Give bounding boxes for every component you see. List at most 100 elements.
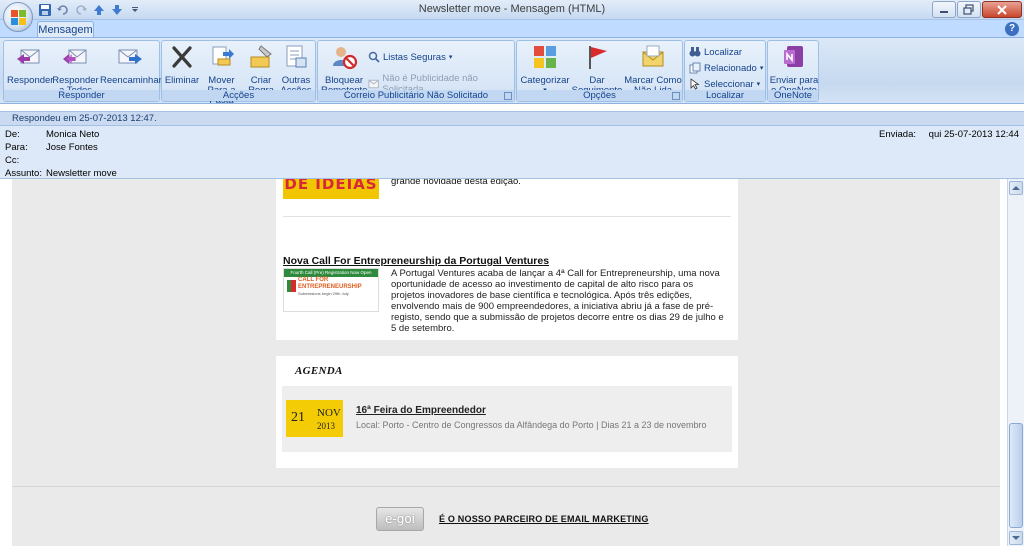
newsletter-content-card: DE IDEIAS grande novidade desta edição. … (276, 179, 738, 340)
not-junk-icon (368, 79, 379, 89)
safe-lists-label: Listas Seguras (383, 51, 446, 63)
thumb-title-2: ENTREPRENEURSHIP (298, 284, 362, 290)
office-logo-icon (11, 10, 26, 25)
restore-button[interactable] (957, 1, 981, 18)
sent-value: qui 25-07-2013 12:44 (928, 129, 1019, 140)
cc-label: Cc: (5, 155, 20, 166)
from-label: De: (5, 129, 20, 140)
group-opcoes: Categorizar ▾ Dar Seguimento Marcar Como… (516, 40, 683, 102)
group-title-junk: Correio Publicitário Não Solicitado (318, 90, 514, 101)
portugal-flag-icon (287, 280, 296, 292)
reply-all-button[interactable]: Responder a Todos (52, 43, 99, 96)
rule-icon (250, 45, 272, 68)
title-bar: Newsletter move - Mensagem (HTML) (0, 0, 1024, 20)
scrollbar-thumb[interactable] (1009, 423, 1023, 528)
forward-label: Reencaminhar (100, 75, 162, 86)
window-controls (932, 1, 1022, 18)
help-icon[interactable]: ? (1005, 22, 1019, 36)
egoi-logo[interactable]: e-goi (376, 507, 424, 531)
group-onenote: Enviar para o OneNote OneNote (767, 40, 819, 102)
create-rule-button[interactable]: Criar Regra (245, 43, 277, 96)
mark-unread-button[interactable]: Marcar Como Não Lida (624, 43, 682, 96)
to-label: Para: (5, 142, 28, 153)
move-folder-icon (212, 46, 234, 66)
delete-button[interactable]: Eliminar (164, 43, 200, 86)
cursor-icon (690, 78, 700, 90)
reply-button[interactable]: Responder (7, 43, 54, 86)
categorize-button[interactable]: Categorizar ▾ (520, 43, 570, 96)
partner-link[interactable]: É O NOSSO PARCEIRO DE EMAIL MARKETING (439, 514, 649, 524)
other-actions-icon (286, 45, 307, 68)
find-label: Localizar (704, 46, 743, 58)
send-to-onenote-button[interactable]: Enviar para o OneNote (769, 43, 819, 96)
message-body: DE IDEIAS grande novidade desta edição. … (0, 178, 1024, 546)
flag-icon (589, 46, 607, 69)
related-button[interactable]: Relacionado ▾ (689, 62, 763, 74)
delete-x-icon (172, 46, 192, 68)
message-headers: De: Monica Neto Para: Jose Fontes Cc: As… (0, 126, 1024, 179)
event-title-link[interactable]: 16ª Feira do Empreendedor (356, 405, 486, 416)
forward-icon (118, 49, 142, 64)
event-month: NOV (317, 407, 341, 419)
header-sent: Enviada: qui 25-07-2013 12:44 (879, 129, 1019, 140)
agenda-card: AGENDA 21 NOV 2013 16ª Feira do Empreend… (276, 356, 738, 468)
ribbon: Responder Responder a Todos Reencaminhar… (0, 37, 1024, 106)
other-actions-button[interactable]: Outras Acções (277, 43, 315, 96)
find-button[interactable]: Localizar (689, 46, 742, 58)
news-title-link[interactable]: Nova Call For Entrepreneurship da Portug… (283, 255, 549, 267)
onenote-icon (784, 46, 803, 67)
group-title-localizar: Localizar (685, 90, 765, 101)
ribbon-tab-row: Mensagem ? (0, 20, 1024, 39)
event-location: Local: Porto - Centro de Congressos da A… (356, 420, 707, 430)
info-bar: Respondeu em 25-07-2013 12:47. (0, 111, 1024, 126)
follow-up-button[interactable]: Dar Seguimento (571, 43, 623, 96)
to-value[interactable]: Jose Fontes (46, 142, 98, 153)
safe-lists-button[interactable]: Listas Seguras ▾ (368, 51, 452, 63)
scroll-down-icon[interactable] (1009, 531, 1023, 545)
group-junk: Bloquear Remetente Listas Seguras▾ Não é… (317, 40, 515, 102)
block-sender-button[interactable]: Bloquear Remetente (321, 43, 367, 96)
delete-label: Eliminar (164, 75, 200, 86)
scroll-up-icon[interactable] (1009, 181, 1023, 195)
group-title-accoes: Acções (162, 90, 315, 101)
ideas-banner[interactable]: DE IDEIAS (283, 179, 379, 199)
thumb-title-1: CALL FOR (298, 277, 329, 283)
block-sender-icon (333, 47, 358, 70)
select-button[interactable]: Seleccionar ▾ (689, 78, 760, 90)
mark-unread-icon (642, 45, 664, 67)
binoculars-icon (689, 47, 701, 57)
close-button[interactable] (982, 1, 1022, 18)
group-responder: Responder Responder a Todos Reencaminhar… (3, 40, 162, 102)
related-label: Relacionado (704, 62, 757, 74)
reply-all-icon (62, 49, 86, 64)
event-year: 2013 (317, 421, 335, 431)
group-localizar: Localizar Relacionado ▾ Seleccionar ▾ Loca… (684, 40, 766, 102)
agenda-event: 21 NOV 2013 16ª Feira do Empreendedor Lo… (282, 386, 732, 452)
footer-divider (12, 486, 1000, 487)
sent-label: Enviada: (879, 129, 917, 140)
news-thumbnail[interactable]: Fourth Call (Pre) Registration Now Open … (283, 268, 379, 312)
thumb-band: Fourth Call (Pre) Registration Now Open (284, 269, 378, 277)
group-title-opcoes: Opções (517, 90, 682, 101)
group-title-onenote: OneNote (768, 90, 818, 101)
forward-button[interactable]: Reencaminhar (100, 43, 162, 86)
reply-label: Responder (7, 75, 54, 86)
categorize-label: Categorizar (520, 75, 570, 86)
categorize-icon (534, 46, 556, 68)
reply-icon (17, 49, 40, 64)
safe-lists-icon (368, 51, 380, 63)
window-title: Newsletter move - Mensagem (HTML) (418, 3, 606, 15)
vertical-scrollbar[interactable] (1007, 179, 1024, 546)
minimize-button[interactable] (932, 1, 956, 18)
event-day: 21 (291, 410, 305, 425)
event-date-badge: 21 NOV 2013 (286, 400, 343, 437)
dialog-launcher-icon[interactable] (504, 92, 512, 100)
from-value[interactable]: Monica Neto (46, 129, 99, 140)
ideas-caption: grande novidade desta edição. (391, 178, 521, 187)
group-accoes: Eliminar Mover Para a Pasta Criar Regra … (161, 40, 316, 106)
group-title-responder: Responder (4, 90, 159, 101)
dialog-launcher-icon[interactable] (672, 92, 680, 100)
news-body-text: A Portugal Ventures acaba de lançar a 4ª… (391, 268, 724, 334)
thumb-caption: Submissions begin 29th July (298, 291, 349, 296)
office-button[interactable] (3, 2, 33, 32)
